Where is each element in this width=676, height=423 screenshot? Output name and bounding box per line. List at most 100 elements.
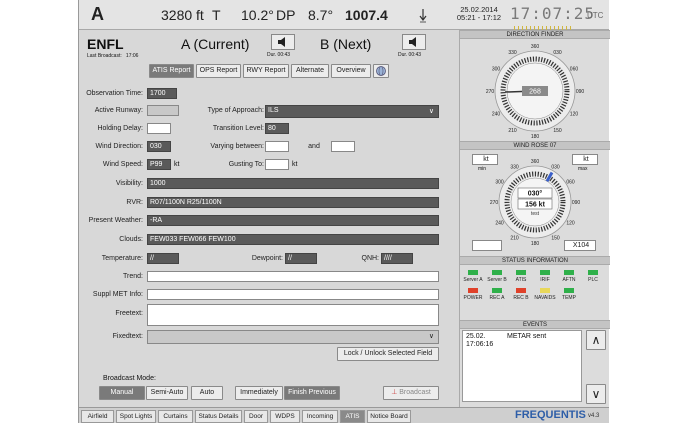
status-label: Server B: [487, 277, 507, 283]
current-duration: Dur. 00:43: [267, 52, 291, 58]
rvr-field[interactable]: R07/1100N R25/1100N: [147, 197, 439, 208]
dial-label: 360: [531, 159, 540, 165]
play-next-button[interactable]: [402, 34, 426, 50]
finish-previous-button[interactable]: Finish Previous: [284, 386, 340, 400]
temperature-field[interactable]: //: [147, 253, 179, 264]
speaker-icon: [409, 37, 416, 47]
utc-clock: 17:07:25: [510, 4, 596, 23]
freetext-field[interactable]: [147, 304, 439, 326]
bottom-navigation: Airfield Spot Lights Curtains Status Det…: [79, 407, 609, 423]
varying-from-field[interactable]: [265, 141, 289, 152]
type-of-approach-label: Type of Approach:: [207, 107, 264, 114]
status-indicator: [588, 270, 598, 275]
event-date: 25.02.: [466, 333, 486, 340]
tab-rwy-report[interactable]: RWY Report: [243, 64, 289, 78]
rvr-label: RVR:: [126, 199, 143, 206]
status-indicator: [468, 288, 478, 293]
station-code: ENFL: [87, 36, 124, 52]
test-label: test: [531, 211, 540, 217]
dewpoint-label: DP: [276, 7, 296, 23]
fixedtext-select[interactable]: ∨: [147, 330, 439, 344]
tab-overview[interactable]: Overview: [331, 64, 371, 78]
tab-incoming[interactable]: Incoming: [302, 410, 338, 423]
wind-direction-label: Wind Direction:: [95, 143, 143, 150]
varying-to-field[interactable]: [331, 141, 355, 152]
gusting-to-field[interactable]: [265, 159, 289, 170]
wind-rose-title: WIND ROSE 07: [460, 141, 610, 150]
suppl-met-info-field[interactable]: [147, 289, 439, 300]
last-broadcast-value: 17:06: [125, 53, 139, 59]
sun-times: 05:21 - 17:12: [456, 13, 502, 22]
frequentis-logo: FREQUENTIS: [515, 409, 586, 421]
status-indicator: [492, 270, 502, 275]
tab-airfield[interactable]: Airfield: [81, 410, 114, 423]
dewpoint-readout: 8.7°: [308, 7, 334, 23]
dial-label: 300: [492, 67, 501, 73]
clouds-field[interactable]: FEW033 FEW066 FEW100: [147, 234, 439, 245]
tab-status-details[interactable]: Status Details: [195, 410, 242, 423]
status-title: STATUS INFORMATION: [460, 256, 610, 265]
dial-label: 270: [486, 89, 495, 95]
weather-header: A 3280 ft T 10.2° DP 8.7° 1007.4 25.02.2…: [79, 0, 609, 30]
tab-spot-lights[interactable]: Spot Lights: [116, 410, 156, 423]
wind-rose-left-box: [472, 240, 502, 251]
broadcast-button[interactable]: ⊥ Broadcast: [383, 386, 439, 400]
temp-readout: 10.2°: [241, 7, 274, 23]
clock-panel: 25.02.2014 05:21 - 17:12 17:07:25 UTC: [450, 2, 609, 30]
wind-direction-field[interactable]: 030: [147, 141, 171, 152]
tab-ops-report[interactable]: OPS Report: [196, 64, 241, 78]
gust-unit: kt: [292, 161, 298, 168]
type-of-approach-select[interactable]: ILS ∨: [265, 105, 439, 118]
lock-unlock-button[interactable]: Lock / Unlock Selected Field: [337, 347, 439, 361]
status-indicator: [516, 270, 526, 275]
clouds-label: Clouds:: [119, 236, 143, 243]
dial-label: 330: [508, 50, 517, 56]
tab-alternate[interactable]: Alternate: [291, 64, 329, 78]
dewpoint-field[interactable]: //: [285, 253, 317, 264]
qnh-field[interactable]: ////: [381, 253, 413, 264]
event-timestamp: 25.02. 17:06:16: [466, 333, 493, 349]
status-indicator: [468, 270, 478, 275]
tab-settings[interactable]: [373, 64, 389, 78]
scroll-up-button[interactable]: ∧: [586, 330, 606, 350]
transition-level-field[interactable]: 80: [265, 123, 289, 134]
immediately-button[interactable]: Immediately: [235, 386, 283, 400]
status-indicator: [516, 288, 526, 293]
observation-time-field[interactable]: 1700: [147, 88, 177, 99]
visibility-field[interactable]: 1000: [147, 178, 439, 189]
trend-field[interactable]: [147, 271, 439, 282]
broadcast-icon: ⊥: [391, 389, 398, 396]
status-label: NAVAIDS: [534, 295, 556, 301]
dial-label: 120: [570, 112, 579, 118]
status-label: Server A: [463, 277, 483, 283]
manual-mode-button[interactable]: Manual: [99, 386, 145, 400]
temperature-label: Temperature:: [101, 255, 143, 262]
dial-label: 180: [531, 134, 540, 139]
trend-label: Trend:: [123, 273, 143, 280]
scroll-down-button[interactable]: ∨: [586, 384, 606, 404]
tab-door[interactable]: Door: [244, 410, 268, 423]
tab-notice-board[interactable]: Notice Board: [367, 410, 411, 423]
chevron-down-icon: ∨: [428, 108, 434, 115]
dial-label: 270: [490, 200, 499, 206]
tab-atis[interactable]: ATIS: [340, 410, 365, 423]
auto-mode-button[interactable]: Auto: [191, 386, 223, 400]
play-current-button[interactable]: [271, 34, 295, 50]
observation-time-label: Observation Time:: [86, 90, 143, 97]
present-weather-field[interactable]: -RA: [147, 215, 439, 226]
holding-delay-field[interactable]: [147, 123, 171, 134]
status-grid: Server A Server B ATIS IRIF AFTN PLC POWER REC …: [460, 270, 610, 310]
utc-label: UTC: [587, 11, 604, 20]
events-title: EVENTS: [460, 320, 610, 329]
active-runway-field[interactable]: [147, 105, 179, 116]
altitude-readout: 3280 ft: [161, 7, 204, 23]
tab-wdps[interactable]: WDPS: [270, 410, 300, 423]
present-weather-label: Present Weather:: [88, 217, 143, 224]
version-label: v4.3: [588, 413, 600, 419]
semi-auto-mode-button[interactable]: Semi-Auto: [146, 386, 188, 400]
varying-between-label: Varying between:: [210, 143, 264, 150]
tab-curtains[interactable]: Curtains: [158, 410, 193, 423]
wind-direction-readout: 030°: [528, 190, 543, 198]
tab-atis-report[interactable]: ATIS Report: [149, 64, 194, 78]
wind-speed-field[interactable]: P99: [147, 159, 171, 170]
